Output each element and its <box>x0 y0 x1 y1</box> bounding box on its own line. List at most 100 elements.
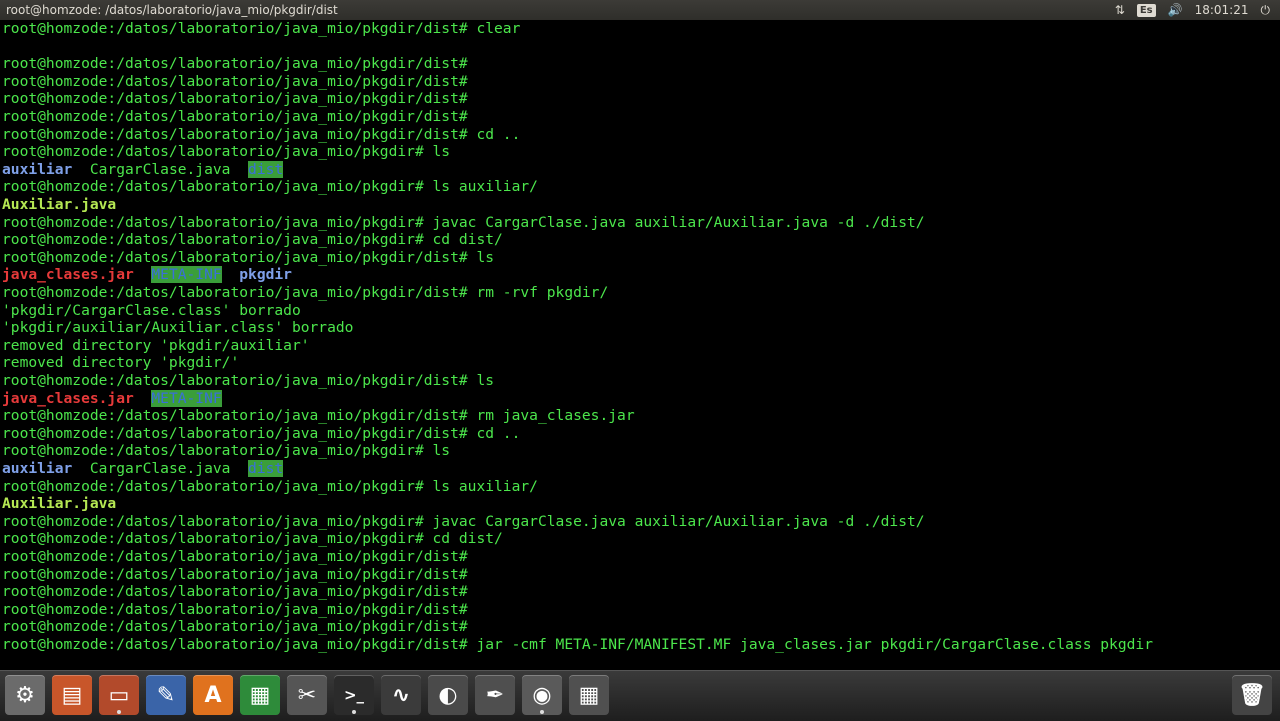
script-editor-icon[interactable]: ✒ <box>475 675 515 715</box>
terminal-glyph: >_ <box>343 686 365 704</box>
chrome-icon[interactable]: ◉ <box>522 675 562 715</box>
terminal-line: root@homzode:/datos/laboratorio/java_mio… <box>2 478 538 496</box>
blender-icon[interactable]: ◐ <box>428 675 468 715</box>
terminal-text: root@homzode:/datos/laboratorio/java_mio… <box>2 600 468 618</box>
terminal-text: CargarClase.java <box>72 460 249 477</box>
terminal-line: root@homzode:/datos/laboratorio/java_mio… <box>2 636 1153 654</box>
terminal-output[interactable]: root@homzode:/datos/laboratorio/java_mio… <box>0 20 1280 670</box>
jar-file-name: java_clases.jar <box>2 266 134 284</box>
terminal-text: CargarClase.java <box>72 160 249 178</box>
terminal-line: root@homzode:/datos/laboratorio/java_mio… <box>2 214 925 232</box>
terminal-line: root@homzode:/datos/laboratorio/java_mio… <box>2 90 468 108</box>
terminal-line: root@homzode:/datos/laboratorio/java_mio… <box>2 407 635 425</box>
software-center-icon[interactable]: A <box>193 675 233 715</box>
terminal-text: root@homzode:/datos/laboratorio/java_mio… <box>2 407 635 425</box>
terminal-text: root@homzode:/datos/laboratorio/java_mio… <box>2 424 521 442</box>
network-updown-icon[interactable]: ⇅ <box>1115 0 1125 20</box>
terminal-line: root@homzode:/datos/laboratorio/java_mio… <box>2 126 520 144</box>
java-file-name: Auxiliar.java <box>2 495 117 513</box>
system-settings-icon[interactable]: ⚙ <box>5 675 45 715</box>
terminal-line: root@homzode:/datos/laboratorio/java_mio… <box>2 55 468 73</box>
directory-name: auxiliar <box>2 160 73 178</box>
terminal-text: root@homzode:/datos/laboratorio/java_mio… <box>2 20 521 37</box>
terminal-line: root@homzode:/datos/laboratorio/java_mio… <box>2 601 468 619</box>
terminal-line: root@homzode:/datos/laboratorio/java_mio… <box>2 618 468 636</box>
terminal-text: root@homzode:/datos/laboratorio/java_mio… <box>2 125 521 143</box>
speaker-icon[interactable]: 🔊 <box>1168 0 1183 20</box>
terminal-line: root@homzode:/datos/laboratorio/java_mio… <box>2 20 520 38</box>
terminal-text: root@homzode:/datos/laboratorio/java_mio… <box>2 618 468 636</box>
terminal-text: removed directory 'pkgdir/auxiliar' <box>2 336 310 354</box>
jar-file-name: java_clases.jar <box>2 389 134 407</box>
text-editor-glyph: ✎ <box>156 682 176 708</box>
terminal-text: root@homzode:/datos/laboratorio/java_mio… <box>2 178 538 196</box>
blender-glyph: ◐ <box>438 682 458 708</box>
terminal-text: root@homzode:/datos/laboratorio/java_mio… <box>2 477 538 495</box>
directory-name: auxiliar <box>2 460 73 477</box>
keyboard-layout-indicator[interactable]: Es <box>1136 3 1156 17</box>
script-editor-glyph: ✒ <box>485 682 505 708</box>
terminal-text: root@homzode:/datos/laboratorio/java_mio… <box>2 231 503 249</box>
terminal-text: removed directory 'pkgdir/' <box>2 354 240 372</box>
terminal-text: root@homzode:/datos/laboratorio/java_mio… <box>2 108 468 125</box>
terminal-line: 'pkgdir/CargarClase.class' borrado <box>2 302 301 320</box>
terminal-line: root@homzode:/datos/laboratorio/java_mio… <box>2 178 538 196</box>
terminal-text: root@homzode:/datos/laboratorio/java_mio… <box>2 72 468 90</box>
terminal-line: root@homzode:/datos/laboratorio/java_mio… <box>2 249 494 267</box>
system-tray: ⇅ Es 🔊 18:01:21 ⏻ <box>1115 0 1270 20</box>
power-icon[interactable]: ⏻ <box>1261 0 1271 20</box>
terminal-line: root@homzode:/datos/laboratorio/java_mio… <box>2 73 468 91</box>
terminal-line: root@homzode:/datos/laboratorio/java_mio… <box>2 583 468 601</box>
terminal-line: auxiliar CargarClase.java dist <box>2 460 284 478</box>
terminal-text: root@homzode:/datos/laboratorio/java_mio… <box>2 636 1153 653</box>
terminal-line: root@homzode:/datos/laboratorio/java_mio… <box>2 108 468 126</box>
highlighted-directory: dist <box>248 160 284 178</box>
files-icon[interactable]: ▭ <box>99 675 139 715</box>
window-title: root@homzode: /datos/laboratorio/java_mi… <box>6 3 338 17</box>
spreadsheet-glyph: ▦ <box>249 682 271 708</box>
terminal-line: Auxiliar.java <box>2 495 116 513</box>
terminal-text: root@homzode:/datos/laboratorio/java_mio… <box>2 372 495 389</box>
terminal-line: root@homzode:/datos/laboratorio/java_mio… <box>2 513 925 531</box>
spreadsheet-icon[interactable]: ▦ <box>240 675 280 715</box>
terminal-icon[interactable]: >_ <box>334 675 374 715</box>
terminal-line: auxiliar CargarClase.java dist <box>2 160 284 179</box>
running-indicator <box>540 710 544 714</box>
terminal-text: root@homzode:/datos/laboratorio/java_mio… <box>2 143 451 161</box>
terminal-line: java_clases.jar META-INF pkgdir <box>2 266 292 284</box>
system-monitor-icon[interactable]: ∿ <box>381 675 421 715</box>
terminal-text: root@homzode:/datos/laboratorio/java_mio… <box>2 530 503 548</box>
text-editor-icon[interactable]: ✎ <box>146 675 186 715</box>
system-tools-glyph: ✂ <box>297 682 317 708</box>
terminal-line: Auxiliar.java <box>2 196 116 214</box>
terminal-line: root@homzode:/datos/laboratorio/java_mio… <box>2 566 468 584</box>
files-glyph: ▭ <box>108 682 130 708</box>
directory-name: pkgdir <box>239 266 292 284</box>
trash-icon[interactable]: 🗑 <box>1232 675 1272 715</box>
highlighted-directory: dist <box>248 460 284 477</box>
running-indicator <box>117 710 121 714</box>
terminal-line: root@homzode:/datos/laboratorio/java_mio… <box>2 425 520 443</box>
system-tools-icon[interactable]: ✂ <box>287 675 327 715</box>
terminal-text: root@homzode:/datos/laboratorio/java_mio… <box>2 583 468 601</box>
terminal-line: root@homzode:/datos/laboratorio/java_mio… <box>2 231 503 249</box>
running-indicator <box>352 710 356 714</box>
terminal-line: root@homzode:/datos/laboratorio/java_mio… <box>2 442 450 460</box>
calculator-icon[interactable]: ▦ <box>569 675 609 715</box>
clock[interactable]: 18:01:21 <box>1195 0 1249 20</box>
document-viewer-icon[interactable]: ▤ <box>52 675 92 715</box>
highlighted-directory: META-INF <box>151 266 222 284</box>
trash-glyph: 🗑 <box>1238 682 1266 708</box>
terminal-line: root@homzode:/datos/laboratorio/java_mio… <box>2 372 494 390</box>
terminal-text: root@homzode:/datos/laboratorio/java_mio… <box>2 512 925 530</box>
terminal-line: removed directory 'pkgdir/' <box>2 354 239 372</box>
terminal-text: root@homzode:/datos/laboratorio/java_mio… <box>2 248 495 266</box>
software-center-glyph: A <box>204 682 222 708</box>
terminal-line: root@homzode:/datos/laboratorio/java_mio… <box>2 530 503 548</box>
terminal-text: root@homzode:/datos/laboratorio/java_mio… <box>2 548 468 565</box>
system-monitor-glyph: ∿ <box>391 682 411 708</box>
launcher-bar: ⚙ ▤ ▭ ✎ A ▦ ✂ >_ ∿ ◐ ✒ ◉ ▦ 🗑 <box>0 670 1280 721</box>
terminal-line: 'pkgdir/auxiliar/Auxiliar.class' borrado <box>2 319 353 337</box>
